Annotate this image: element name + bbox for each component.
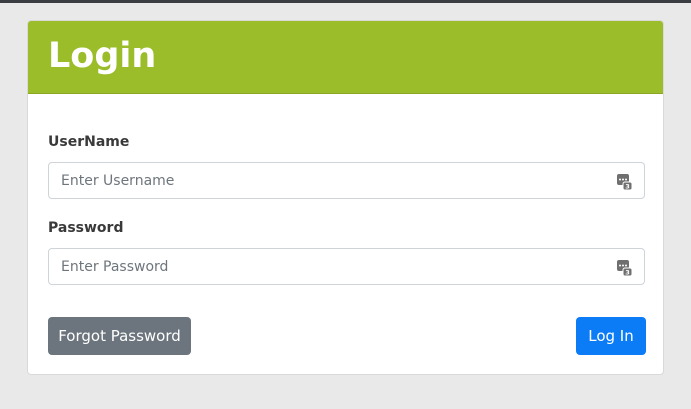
top-window-strip: [0, 0, 691, 3]
password-manager-icon[interactable]: 3: [616, 259, 632, 276]
password-manager-icon[interactable]: 3: [616, 173, 632, 190]
login-card: Login UserName 3 Password 3 Forgot Passw…: [27, 20, 664, 375]
forgot-password-button[interactable]: Forgot Password: [48, 317, 191, 355]
password-field: 3: [48, 248, 645, 285]
password-input[interactable]: [49, 249, 644, 284]
username-input[interactable]: [49, 163, 644, 198]
svg-text:3: 3: [625, 269, 630, 277]
log-in-button[interactable]: Log In: [576, 317, 646, 355]
username-field: 3: [48, 162, 645, 199]
svg-text:3: 3: [625, 183, 630, 191]
login-header: Login: [28, 21, 663, 94]
login-title: Login: [48, 35, 157, 76]
password-label: Password: [48, 220, 124, 236]
username-label: UserName: [48, 134, 130, 150]
